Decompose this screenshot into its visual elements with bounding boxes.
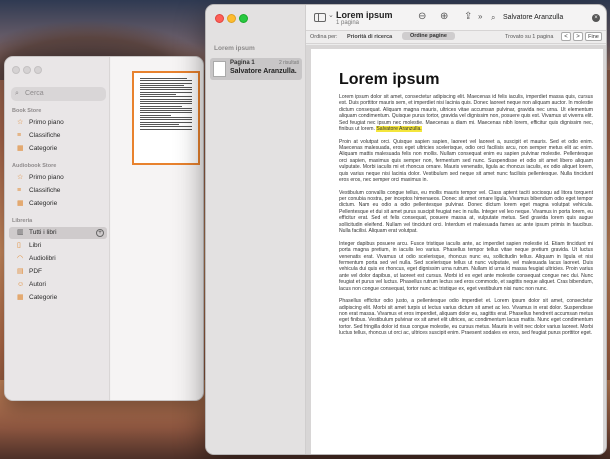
- book-icon: ▯: [17, 242, 21, 249]
- section-header-libreria: Libreria: [12, 218, 33, 224]
- paragraph-3: Vestibulum convallis congue tellus, eu m…: [339, 189, 593, 235]
- window-subtitle: 1 pagina: [336, 20, 360, 26]
- share-icon[interactable]: ⇪: [464, 11, 472, 23]
- close-button[interactable]: [12, 66, 20, 74]
- close-button[interactable]: [215, 14, 224, 23]
- preview-window: Lorem ipsum Pagina 1 2 risultati Salvato…: [205, 4, 607, 455]
- result-snippet: Salvatore Aranzulla.: [230, 68, 297, 75]
- headphones-icon: ◠: [17, 255, 24, 262]
- zoom-in-icon[interactable]: ⊕: [440, 11, 448, 23]
- zoom-button[interactable]: [34, 66, 42, 74]
- document-view[interactable]: Lorem ipsum Lorem ipsum dolor sit amet, …: [306, 45, 606, 454]
- sidebar-item-label: Categorie: [29, 200, 58, 207]
- paragraph-5: Phasellus efficitur odio justo, a pellen…: [339, 298, 593, 337]
- sort-pages-button[interactable]: Ordine pagine: [402, 32, 455, 40]
- chevron-down-icon[interactable]: ⌄: [328, 11, 334, 19]
- window-title: Lorem ipsum: [336, 10, 393, 20]
- star-icon: ☆: [17, 174, 24, 181]
- search-value: Salvatore Aranzulla: [503, 14, 564, 21]
- search-input[interactable]: ⌕ Salvatore Aranzulla ×: [487, 11, 603, 25]
- sidebar-item-categorie[interactable]: ▦ Categorie: [9, 143, 107, 155]
- paragraph-4: Integer dapibus posuere arcu. Fusce tris…: [339, 240, 593, 292]
- book-cover-thumbnail[interactable]: [132, 71, 200, 165]
- search-icon: ⌕: [491, 13, 496, 22]
- clear-search-icon[interactable]: ×: [592, 14, 600, 22]
- more-toolbar-icon[interactable]: »: [478, 11, 482, 23]
- sidebar-item-label: Libri: [29, 242, 42, 249]
- list-icon: ≡: [17, 187, 22, 194]
- paragraph-1: Lorem ipsum dolor sit amet, consectetur …: [339, 94, 593, 133]
- zoom-button[interactable]: [239, 14, 248, 23]
- result-count: 2 risultati: [278, 60, 299, 66]
- sidebar-item-autori[interactable]: ☺ Autori: [9, 279, 107, 291]
- list-icon: ≡: [17, 132, 22, 139]
- done-button[interactable]: Fine: [585, 32, 602, 41]
- sidebar-item-audio-primo-piano[interactable]: ☆ Primo piano: [9, 172, 107, 184]
- library-icon: ▥: [17, 229, 24, 236]
- find-bar: Ordina per: Priorità di ricerca Ordine p…: [306, 31, 606, 44]
- sidebar-item-label: Autori: [29, 281, 46, 288]
- grid-icon: ▦: [17, 200, 24, 207]
- sidebar-item-libri[interactable]: ▯ Libri: [9, 240, 107, 252]
- sidebar-item-label: Primo piano: [29, 119, 64, 126]
- star-icon: ☆: [17, 119, 24, 126]
- search-highlight: Salvatore Aranzulla.: [376, 126, 422, 133]
- grid-icon: ▦: [17, 145, 24, 152]
- sidebar-item-primo-piano[interactable]: ☆ Primo piano: [9, 117, 107, 129]
- sidebar-item-label: Categorie: [29, 294, 58, 301]
- sidebar-item-label: Categorie: [29, 145, 58, 152]
- zoom-out-icon[interactable]: ⊖: [418, 11, 426, 23]
- preview-toolbar: ⌄ Lorem ipsum 1 pagina ⊖ ⊕ ⇪ » ⌕ Salvato…: [306, 5, 606, 31]
- sidebar-item-classifiche[interactable]: ≡ Classifiche: [9, 130, 107, 142]
- section-header-audiobook-store: Audiobook Store: [12, 163, 57, 169]
- preview-sidebar: Lorem ipsum Pagina 1 2 risultati Salvato…: [206, 5, 306, 454]
- sidebar-item-label: Audiolibri: [29, 255, 56, 262]
- sidebar-item-label: Classifiche: [29, 187, 61, 194]
- sidebar-document-label: Lorem ipsum: [214, 45, 255, 52]
- grid-icon: ▦: [17, 294, 24, 301]
- sidebar-item-label: Primo piano: [29, 174, 64, 181]
- document-heading: Lorem ipsum: [339, 71, 440, 88]
- sidebar-item-label: Tutti i libri: [29, 229, 57, 236]
- books-search-field[interactable]: ⌕ Cerca: [11, 87, 106, 101]
- add-collection-icon[interactable]: +: [96, 229, 104, 237]
- sidebar-toggle-icon[interactable]: [314, 13, 326, 22]
- document-page: Lorem ipsum Lorem ipsum dolor sit amet, …: [311, 49, 603, 454]
- found-status: Trovato su 1 pagina: [505, 34, 554, 40]
- search-result-item[interactable]: Pagina 1 2 risultati Salvatore Aranzulla…: [210, 58, 302, 80]
- minimize-button[interactable]: [227, 14, 236, 23]
- next-result-button[interactable]: >: [573, 32, 583, 41]
- search-icon: ⌕: [15, 90, 19, 97]
- sidebar-item-tutti-i-libri[interactable]: ▥ Tutti i libri +: [9, 227, 107, 239]
- minimize-button[interactable]: [23, 66, 31, 74]
- paragraph-2: Proin at volutpat orci. Quisque sapien s…: [339, 138, 593, 184]
- sort-priority-button[interactable]: Priorità di ricerca: [344, 33, 395, 41]
- sort-label: Ordina per:: [310, 34, 338, 40]
- sidebar-item-audio-categorie[interactable]: ▦ Categorie: [9, 198, 107, 210]
- sidebar-item-pdf[interactable]: ▤ PDF: [9, 266, 107, 278]
- sidebar-item-label: Classifiche: [29, 132, 61, 139]
- books-library-area: [111, 57, 203, 400]
- sidebar-item-label: PDF: [29, 268, 42, 275]
- result-page-thumbnail: [213, 61, 226, 77]
- sidebar-item-audiolibri[interactable]: ◠ Audiolibri: [9, 253, 107, 265]
- person-icon: ☺: [17, 281, 25, 288]
- books-sidebar: ⌕ Cerca Book Store ☆ Primo piano ≡ Classif…: [5, 57, 110, 400]
- previous-result-button[interactable]: <: [561, 32, 571, 41]
- result-page-label: Pagina 1: [230, 60, 255, 66]
- sidebar-item-lib-categorie[interactable]: ▦ Categorie: [9, 292, 107, 304]
- sidebar-item-audio-classifiche[interactable]: ≡ Classifiche: [9, 185, 107, 197]
- section-header-book-store: Book Store: [12, 108, 42, 114]
- document-icon: ▤: [17, 268, 24, 275]
- books-search-placeholder: Cerca: [25, 90, 44, 97]
- books-window: ⌕ Cerca Book Store ☆ Primo piano ≡ Classif…: [4, 56, 204, 401]
